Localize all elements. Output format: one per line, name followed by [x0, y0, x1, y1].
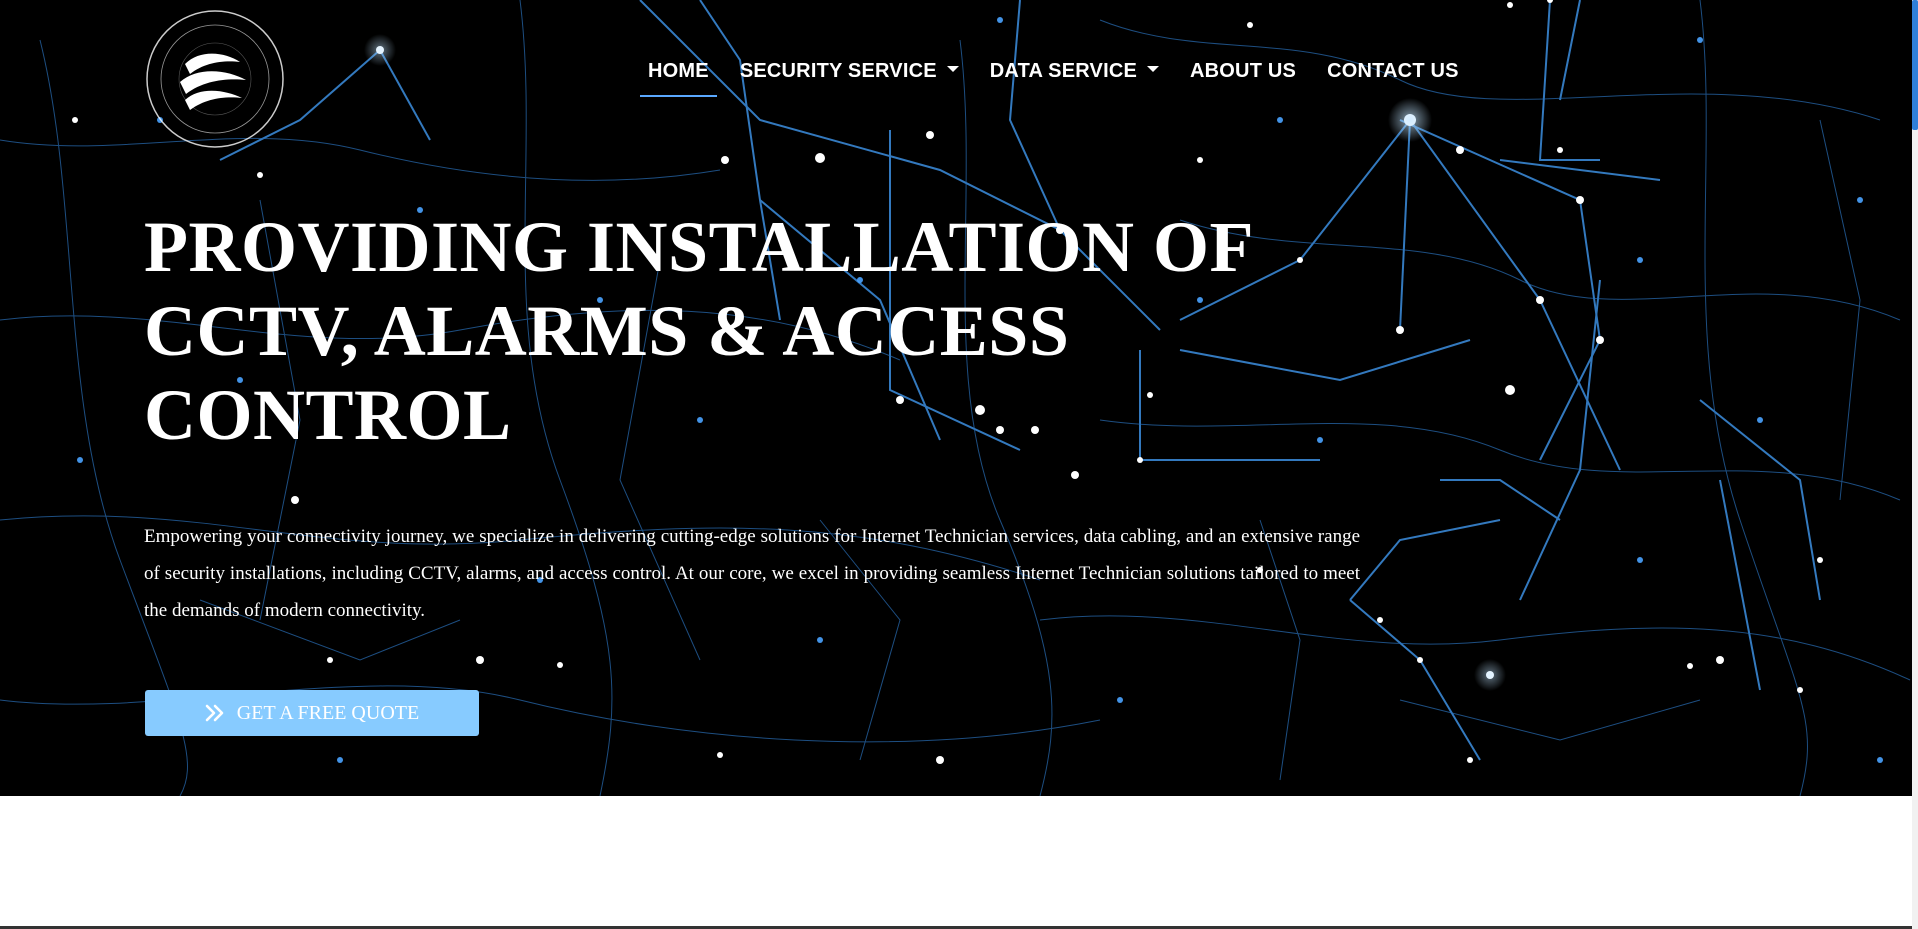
headline-line-3: CONTROL: [144, 375, 512, 455]
double-chevron-right-icon: [205, 704, 225, 722]
page-scrollbar[interactable]: [1912, 0, 1918, 929]
caret-down-icon: [946, 65, 959, 72]
nav-item-label: DATA SERVICE: [989, 60, 1138, 82]
hero-section: HOME SECURITY SERVICE DATA SERVICE ABOUT…: [0, 0, 1912, 796]
headline-line-1: PROVIDING INSTALLATION OF: [144, 207, 1254, 287]
get-free-quote-button[interactable]: GET A FREE QUOTE: [145, 690, 479, 736]
nav-item-security-service[interactable]: SECURITY SERVICE: [730, 56, 969, 99]
nav-item-label: HOME: [648, 60, 709, 82]
nav-item-label: SECURITY SERVICE: [739, 60, 937, 82]
nav-item-label: CONTACT US: [1327, 60, 1459, 82]
kinetic-network-logo[interactable]: [140, 4, 290, 154]
nav-item-about-us[interactable]: ABOUT US: [1180, 56, 1306, 99]
nav-item-home[interactable]: HOME: [638, 56, 719, 99]
scrollbar-thumb[interactable]: [1912, 0, 1918, 130]
logo-emblem-icon: [146, 10, 284, 148]
nav-item-label: ABOUT US: [1190, 60, 1297, 82]
main-navigation: HOME SECURITY SERVICE DATA SERVICE ABOUT…: [638, 56, 1480, 99]
caret-down-icon: [1147, 65, 1160, 72]
headline-line-2: CCTV, ALARMS & ACCESS: [144, 291, 1070, 371]
nav-item-contact-us[interactable]: CONTACT US: [1317, 56, 1469, 99]
hero-description: Empowering your connectivity journey, we…: [144, 526, 1360, 621]
cta-label: GET A FREE QUOTE: [236, 701, 420, 724]
nav-item-data-service[interactable]: DATA SERVICE: [980, 56, 1169, 99]
hero-headline: PROVIDING INSTALLATION OF CCTV, ALARMS &…: [144, 205, 1284, 457]
